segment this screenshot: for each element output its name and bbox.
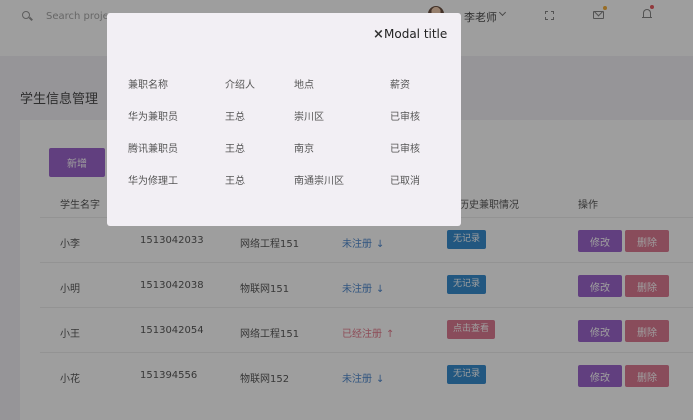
modal-title: Modal title	[384, 27, 448, 41]
modal-cell-salary: 已审核	[390, 144, 420, 155]
close-icon[interactable]: ×	[373, 27, 384, 42]
modal-cell-job: 华为修理工	[128, 176, 178, 187]
modal-column-header: 兼职名称	[128, 80, 168, 91]
modal-cell-referrer: 王总	[225, 112, 245, 123]
modal-cell-referrer: 王总	[225, 144, 245, 155]
modal-cell-job: 华为兼职员	[128, 112, 178, 123]
modal-dialog: × Modal title 兼职名称 介绍人 地点 薪资 华为兼职员 王总 崇川…	[107, 13, 461, 226]
modal-cell-referrer: 王总	[225, 176, 245, 187]
modal-cell-salary: 已审核	[390, 112, 420, 123]
modal-column-header: 薪资	[390, 80, 410, 91]
modal-cell-salary: 已取消	[390, 176, 420, 187]
modal-column-header: 介绍人	[225, 80, 255, 91]
modal-cell-location: 崇川区	[294, 112, 324, 123]
modal-cell-location: 南通崇川区	[294, 176, 344, 187]
modal-cell-location: 南京	[294, 144, 314, 155]
modal-cell-job: 腾讯兼职员	[128, 144, 178, 155]
modal-column-header: 地点	[294, 80, 314, 91]
